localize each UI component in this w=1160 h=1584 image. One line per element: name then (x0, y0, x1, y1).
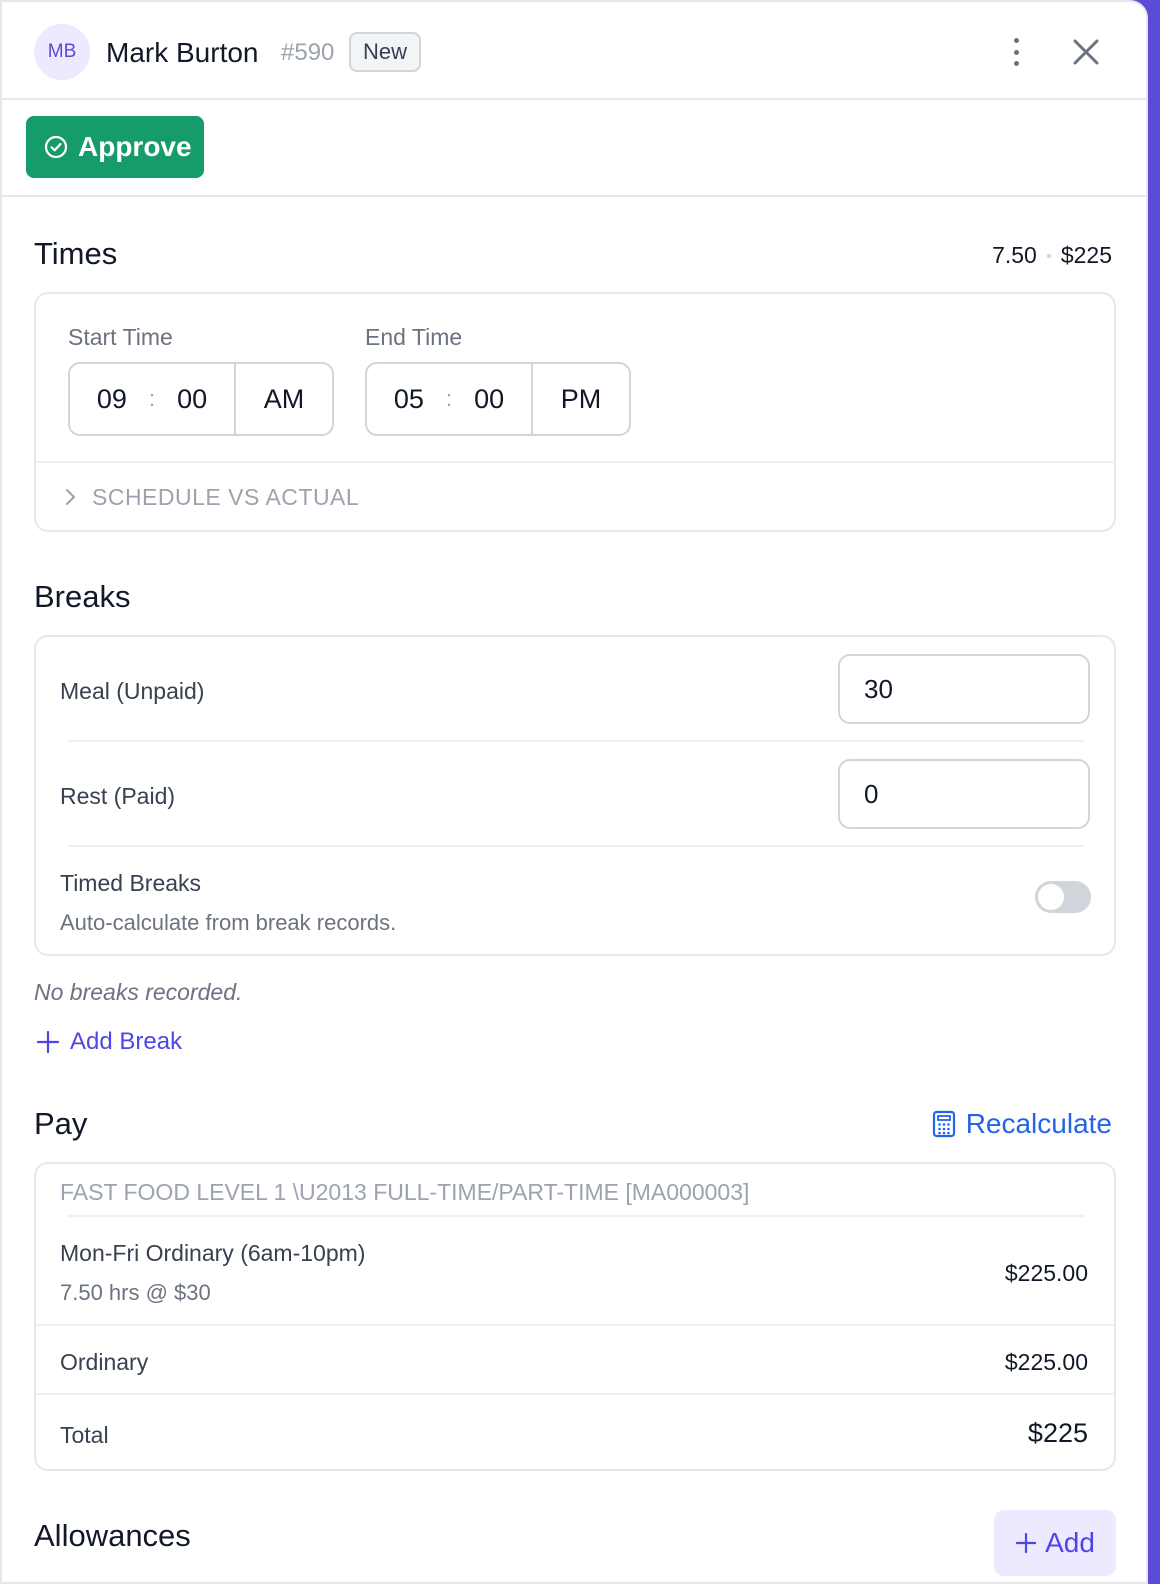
end-time-input[interactable]: 05 : 00 PM (365, 362, 631, 436)
status-badge: New (349, 32, 422, 72)
approve-button[interactable]: Approve (26, 116, 204, 178)
add-allowance-label: Add (1045, 1527, 1095, 1558)
award-name: FAST FOOD LEVEL 1 \U2013 FULL-TIME/PART-… (60, 1179, 750, 1205)
start-minute[interactable]: 00 (177, 384, 207, 415)
calculator-icon (932, 1110, 955, 1138)
pay-divider (68, 1215, 1084, 1217)
summary-pay: $225 (1060, 242, 1112, 268)
pay-line-detail: 7.50 hrs @ $30 (60, 1280, 211, 1305)
pay-line-amount: $225.00 (1004, 1260, 1088, 1286)
time-colon: : (148, 386, 156, 411)
pay-title: Pay (34, 1106, 88, 1141)
end-minute[interactable]: 00 (474, 384, 504, 415)
plus-icon (1015, 1532, 1037, 1554)
times-summary: 7.50 $225 (992, 242, 1112, 269)
meal-break-input[interactable]: 30 (838, 654, 1090, 724)
ticket-number: #590 (281, 39, 335, 66)
pay-card (34, 1162, 1116, 1471)
rest-break-input[interactable]: 0 (838, 759, 1090, 829)
time-colon: : (445, 386, 453, 411)
pay-divider (36, 1324, 1114, 1326)
recalculate-label: Recalculate (965, 1108, 1112, 1139)
schedule-vs-actual-label: SCHEDULE VS ACTUAL (92, 483, 360, 510)
toolbar-divider (2, 195, 1146, 197)
more-options-icon[interactable] (1004, 34, 1028, 70)
total-label: Total (60, 1422, 109, 1448)
ordinary-amount: $225.00 (1004, 1349, 1088, 1375)
add-break-label: Add Break (70, 1028, 183, 1055)
recalculate-button[interactable]: Recalculate (932, 1108, 1112, 1140)
pay-line-name: Mon-Fri Ordinary (6am-10pm) (60, 1240, 366, 1266)
start-time-input[interactable]: 09 : 00 AM (68, 362, 334, 436)
times-title: Times (34, 236, 118, 271)
avatar-initials: MB (47, 41, 77, 62)
chevron-right-icon (66, 489, 75, 505)
ordinary-label: Ordinary (60, 1349, 149, 1375)
timed-breaks-toggle[interactable] (1035, 881, 1091, 913)
add-allowance-button[interactable]: Add (994, 1510, 1116, 1576)
end-time-label: End Time (365, 324, 463, 350)
avatar: MB (34, 24, 90, 80)
separator-dot (1046, 253, 1051, 258)
breaks-title: Breaks (34, 579, 131, 614)
breaks-divider (68, 845, 1084, 847)
start-hour[interactable]: 09 (97, 384, 127, 415)
allowances-title: Allowances (34, 1518, 191, 1553)
close-icon[interactable] (1066, 32, 1106, 72)
no-breaks-message: No breaks recorded. (34, 979, 243, 1005)
end-hour[interactable]: 05 (394, 384, 424, 415)
pay-divider (36, 1393, 1114, 1395)
end-ampm[interactable]: PM (533, 364, 629, 434)
approve-label: Approve (78, 131, 192, 162)
total-amount: $225 (1027, 1418, 1088, 1448)
timed-breaks-description: Auto-calculate from break records. (60, 910, 397, 935)
start-ampm[interactable]: AM (236, 364, 332, 434)
plus-icon (36, 1030, 60, 1054)
timed-breaks-label: Timed Breaks (60, 870, 202, 896)
breaks-divider (68, 740, 1084, 742)
employee-name: Mark Burton (106, 37, 259, 68)
schedule-vs-actual-toggle[interactable]: SCHEDULE VS ACTUAL (36, 461, 1116, 531)
add-break-button[interactable]: Add Break (36, 1028, 182, 1056)
start-time-label: Start Time (68, 324, 173, 350)
rest-break-label: Rest (Paid) (60, 783, 176, 809)
meal-break-label: Meal (Unpaid) (60, 678, 205, 704)
summary-hours: 7.50 (992, 242, 1037, 268)
timesheet-panel: MB Mark Burton #590 New Approve Times 7.… (0, 0, 1148, 1584)
header-divider (2, 98, 1146, 100)
check-circle-icon (44, 135, 68, 159)
